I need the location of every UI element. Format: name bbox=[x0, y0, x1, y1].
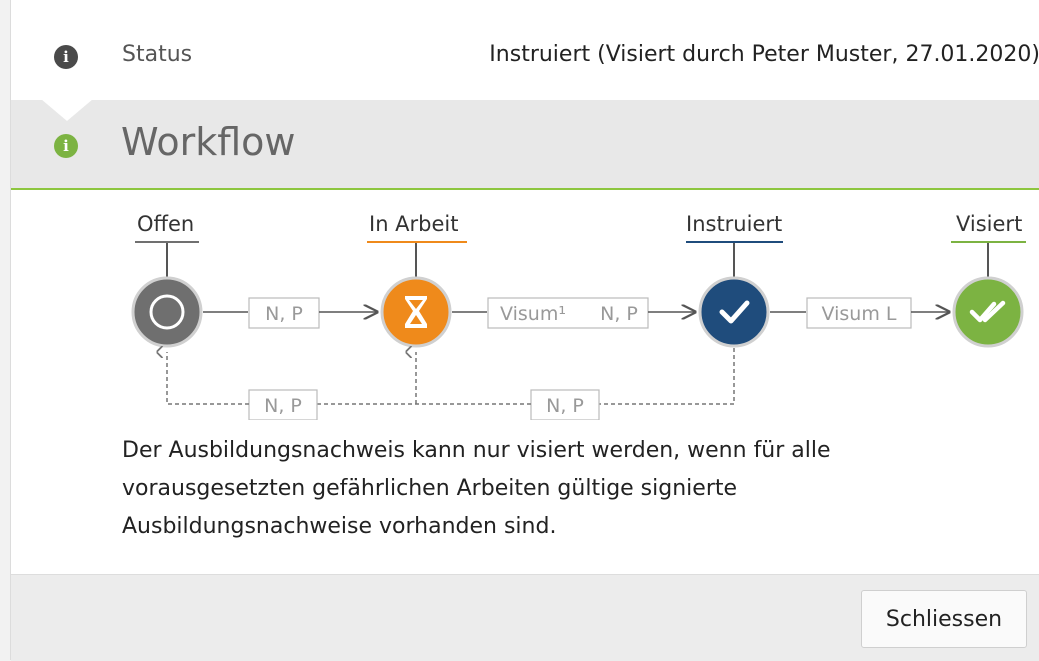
step-in-arbeit-node bbox=[380, 276, 452, 348]
workflow-graphic: N, P Visum¹ N, P Visum L N, P N, P bbox=[131, 241, 1026, 420]
workflow-title: Workflow bbox=[121, 120, 296, 164]
transition-label: Visum¹ bbox=[500, 303, 566, 325]
status-row: i Status Instruiert (Visiert durch Peter… bbox=[11, 0, 1039, 100]
status-value: Instruiert (Visiert durch Peter Muster, … bbox=[489, 42, 1039, 67]
info-circle-icon: i bbox=[54, 45, 78, 69]
dialog-panel: i Status Instruiert (Visiert durch Peter… bbox=[10, 0, 1039, 661]
workflow-description: Der Ausbildungsnachweis kann nur visiert… bbox=[122, 438, 831, 539]
transition-label: N, P bbox=[265, 303, 303, 325]
close-button[interactable]: Schliessen bbox=[861, 590, 1027, 648]
header-notch bbox=[41, 99, 93, 121]
dialog-footer: Schliessen bbox=[11, 574, 1039, 661]
status-label: Status bbox=[122, 42, 193, 67]
transition-label: N, P bbox=[600, 303, 638, 325]
step-offen-node bbox=[131, 276, 203, 348]
workflow-header: i Workflow bbox=[11, 99, 1039, 190]
workflow-diagram: Offen In Arbeit Instruiert Visiert N, P … bbox=[11, 190, 1039, 420]
step-instruiert-node bbox=[698, 276, 770, 348]
transition-label: N, P bbox=[546, 395, 584, 417]
transition-label: Visum L bbox=[822, 303, 897, 325]
step-visiert-node bbox=[952, 276, 1024, 348]
transition-label: N, P bbox=[264, 395, 302, 417]
info-circle-icon: i bbox=[54, 134, 78, 158]
